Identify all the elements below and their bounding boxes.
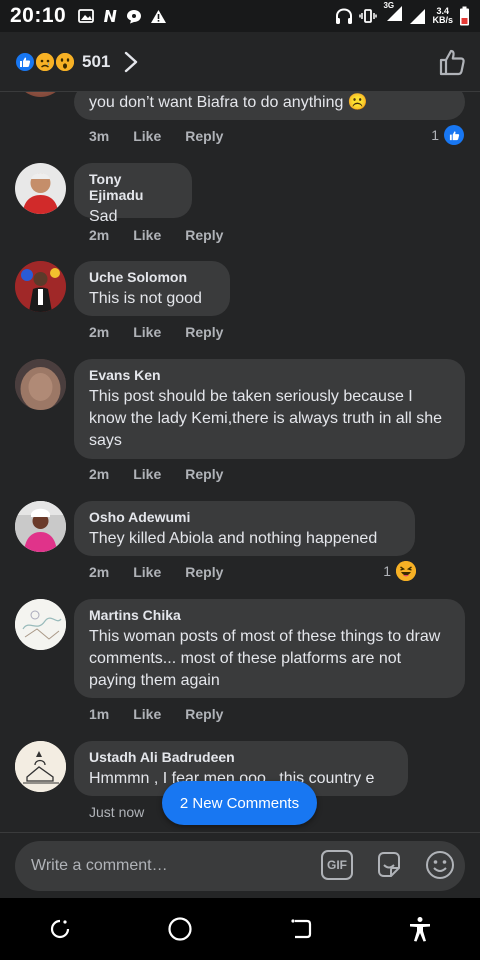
sad-reaction-icon xyxy=(34,50,56,73)
comment-reaction-count[interactable]: 1 xyxy=(431,125,464,145)
new-comments-button[interactable]: 2 New Comments xyxy=(162,781,317,825)
comment-time: 2m xyxy=(89,564,110,580)
emoji-icon[interactable] xyxy=(425,850,455,880)
reply-button[interactable]: Reply xyxy=(185,706,223,722)
avatar[interactable] xyxy=(15,359,66,410)
comment-author[interactable]: Uche Solomon xyxy=(89,269,215,285)
comment-input[interactable] xyxy=(31,857,311,875)
comment-author[interactable]: Evans Ken xyxy=(89,367,450,383)
comment-text: This woman posts of most of these things… xyxy=(89,628,441,689)
reaction-count-value: 1 xyxy=(431,127,439,143)
comment-time: 1m xyxy=(89,706,110,722)
reply-button[interactable]: Reply xyxy=(185,564,223,580)
accessibility-icon[interactable] xyxy=(408,916,432,942)
like-reaction-icon xyxy=(444,125,464,145)
n-app-icon xyxy=(104,10,117,22)
like-button[interactable]: Like xyxy=(133,128,161,144)
avatar[interactable] xyxy=(15,163,66,214)
comment-meta: Just now xyxy=(89,804,168,820)
comments-list[interactable]: you don’t want Biafra to do anything ☹️ … xyxy=(0,92,480,830)
chevron-right-icon[interactable] xyxy=(124,51,138,73)
warning-icon xyxy=(151,9,167,23)
comment-time: 2m xyxy=(89,324,110,340)
comment-text: you don’t want Biafra to do anything ☹️ xyxy=(89,94,368,111)
battery-icon xyxy=(460,6,469,26)
comment-meta: 1m Like Reply xyxy=(89,706,247,722)
status-right: 3G 3.4 KB/s xyxy=(335,1,470,27)
gif-label: GIF xyxy=(327,858,347,872)
sticker-icon[interactable] xyxy=(373,850,405,882)
chat-bubble-icon xyxy=(127,9,142,23)
comment-text: They killed Abiola and nothing happened xyxy=(89,530,378,547)
comment-text: This post should be taken seriously beca… xyxy=(89,388,443,449)
comment-time: 2m xyxy=(89,227,110,243)
like-button[interactable]: Like xyxy=(133,564,161,580)
comment-time: Just now xyxy=(89,804,145,820)
reply-button[interactable]: Reply xyxy=(185,466,223,482)
comment-meta: 2m Like Reply xyxy=(89,324,247,340)
comment-meta: 2m Like Reply xyxy=(89,466,247,482)
comment-reaction-count[interactable]: 1 xyxy=(383,561,416,581)
comment-meta: 2m Like Reply xyxy=(89,227,247,243)
avatar[interactable] xyxy=(15,599,66,650)
reaction-count-value: 1 xyxy=(383,563,391,579)
status-bar: 20:10 3G 3.4 KB/s xyxy=(0,0,480,32)
back-icon[interactable] xyxy=(289,917,313,941)
signal-3g: 3G xyxy=(383,1,403,27)
comment-bubble[interactable]: Uche Solomon This is not good xyxy=(74,261,230,316)
comment-text: This is not good xyxy=(89,290,202,307)
reaction-count: 501 xyxy=(82,51,111,71)
status-time: 20:10 xyxy=(10,4,67,27)
like-button[interactable]: Like xyxy=(133,466,161,482)
comment-time: 3m xyxy=(89,128,110,144)
avatar[interactable] xyxy=(15,92,66,97)
like-button[interactable]: Like xyxy=(133,706,161,722)
reactions-header[interactable]: 501 xyxy=(0,32,480,92)
comment-time: 2m xyxy=(89,466,110,482)
avatar[interactable] xyxy=(15,261,66,312)
gallery-icon xyxy=(78,9,95,23)
avatar[interactable] xyxy=(15,741,66,792)
home-icon[interactable] xyxy=(167,916,193,942)
reply-button[interactable]: Reply xyxy=(185,128,223,144)
composer-icons: GIF xyxy=(321,850,455,882)
comment-bubble[interactable]: Osho Adewumi They killed Abiola and noth… xyxy=(74,501,415,556)
comment-meta: 3m Like Reply xyxy=(89,128,247,144)
comment-author[interactable]: Tony Ejimadu xyxy=(89,171,177,203)
like-button[interactable]: Like xyxy=(133,324,161,340)
comment-bubble[interactable]: Martins Chika This woman posts of most o… xyxy=(74,599,465,698)
net-speed: 3.4 KB/s xyxy=(432,7,453,25)
comment-bubble[interactable]: you don’t want Biafra to do anything ☹️ xyxy=(74,92,465,120)
recent-apps-icon[interactable] xyxy=(48,917,72,941)
comment-meta: 2m Like Reply xyxy=(89,564,247,580)
signal-strength-2-icon xyxy=(410,8,426,24)
reply-button[interactable]: Reply xyxy=(185,324,223,340)
gif-button[interactable]: GIF xyxy=(321,850,353,880)
comment-bubble[interactable]: Evans Ken This post should be taken seri… xyxy=(74,359,465,459)
wow-reaction-icon xyxy=(54,50,76,73)
like-reaction-icon xyxy=(14,50,36,73)
comment-author[interactable]: Ustadh Ali Badrudeen xyxy=(89,749,393,765)
reply-button[interactable]: Reply xyxy=(185,227,223,243)
haha-reaction-icon xyxy=(396,561,416,581)
vibrate-icon xyxy=(359,9,378,23)
composer-box[interactable]: GIF xyxy=(15,841,465,891)
system-nav-bar xyxy=(0,898,480,960)
net-speed-unit: KB/s xyxy=(432,15,453,25)
reaction-icons xyxy=(14,50,76,73)
comment-author[interactable]: Martins Chika xyxy=(89,607,450,623)
notification-icons xyxy=(78,9,167,24)
headphones-icon xyxy=(336,7,353,24)
comment-composer: GIF xyxy=(0,832,480,898)
comment-bubble[interactable]: Tony Ejimadu Sad xyxy=(74,163,192,225)
like-button[interactable]: Like xyxy=(133,227,161,243)
comment-author[interactable]: Osho Adewumi xyxy=(89,509,400,525)
network-type-label: 3G xyxy=(383,1,395,10)
thumbs-up-icon[interactable] xyxy=(438,48,466,76)
comment-text: Sad xyxy=(89,208,118,225)
avatar[interactable] xyxy=(15,501,66,552)
